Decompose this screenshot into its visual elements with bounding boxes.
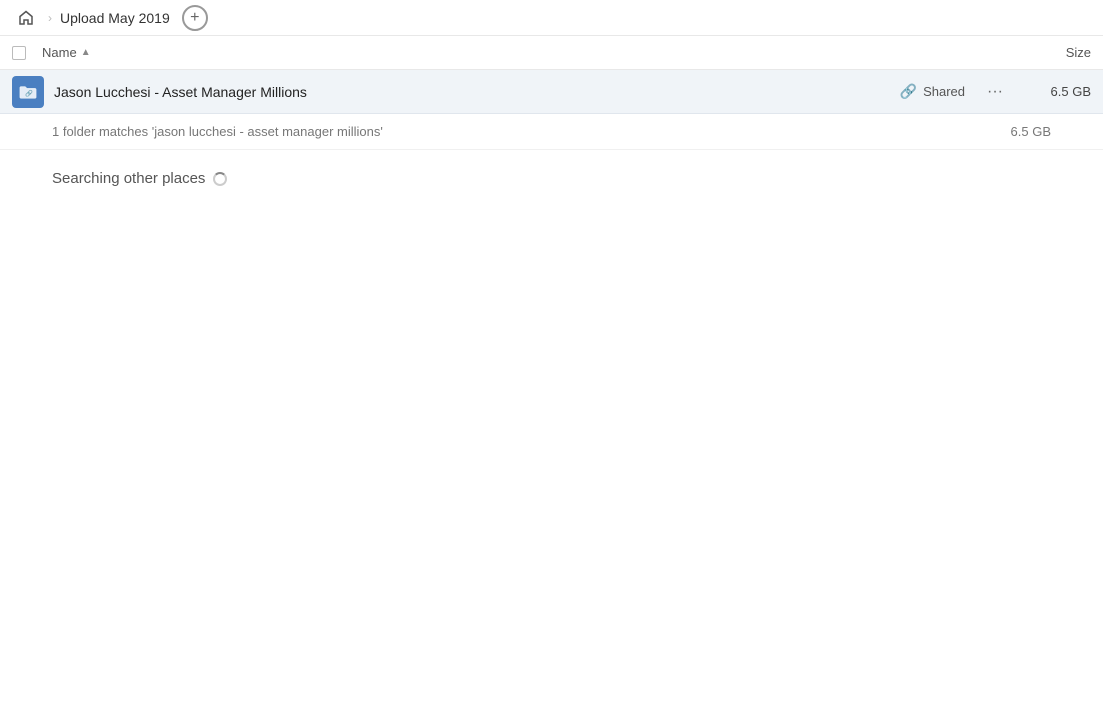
select-all-checkbox-container bbox=[12, 46, 42, 60]
link-icon: 🔗 bbox=[900, 83, 917, 100]
select-all-checkbox[interactable] bbox=[12, 46, 26, 60]
file-row[interactable]: 🔗 Jason Lucchesi - Asset Manager Million… bbox=[0, 70, 1103, 114]
name-column-label: Name bbox=[42, 45, 77, 60]
loading-spinner bbox=[213, 172, 227, 186]
breadcrumb-label: Upload May 2019 bbox=[60, 10, 170, 26]
file-name: Jason Lucchesi - Asset Manager Millions bbox=[54, 84, 900, 100]
searching-section: Searching other places bbox=[0, 150, 1103, 207]
file-size: 6.5 GB bbox=[1021, 84, 1091, 99]
name-column-header[interactable]: Name ▲ bbox=[42, 45, 1011, 60]
sort-arrow-icon: ▲ bbox=[81, 47, 91, 58]
breadcrumb-separator: › bbox=[48, 11, 52, 25]
topbar: › Upload May 2019 + bbox=[0, 0, 1103, 36]
folder-icon: 🔗 bbox=[12, 76, 44, 108]
add-button[interactable]: + bbox=[182, 5, 208, 31]
column-headers: Name ▲ Size bbox=[0, 36, 1103, 70]
svg-text:🔗: 🔗 bbox=[25, 89, 33, 97]
home-button[interactable] bbox=[12, 4, 40, 32]
more-icon: ··· bbox=[987, 83, 1003, 101]
result-size: 6.5 GB bbox=[981, 124, 1051, 139]
size-column-header[interactable]: Size bbox=[1011, 45, 1091, 60]
more-options-button[interactable]: ··· bbox=[981, 78, 1009, 106]
shared-area: 🔗 Shared bbox=[900, 83, 965, 100]
result-text: 1 folder matches 'jason lucchesi - asset… bbox=[52, 124, 981, 139]
add-icon: + bbox=[190, 10, 199, 26]
searching-text: Searching other places bbox=[52, 170, 205, 187]
result-info-row: 1 folder matches 'jason lucchesi - asset… bbox=[0, 114, 1103, 150]
shared-label: Shared bbox=[923, 84, 965, 99]
